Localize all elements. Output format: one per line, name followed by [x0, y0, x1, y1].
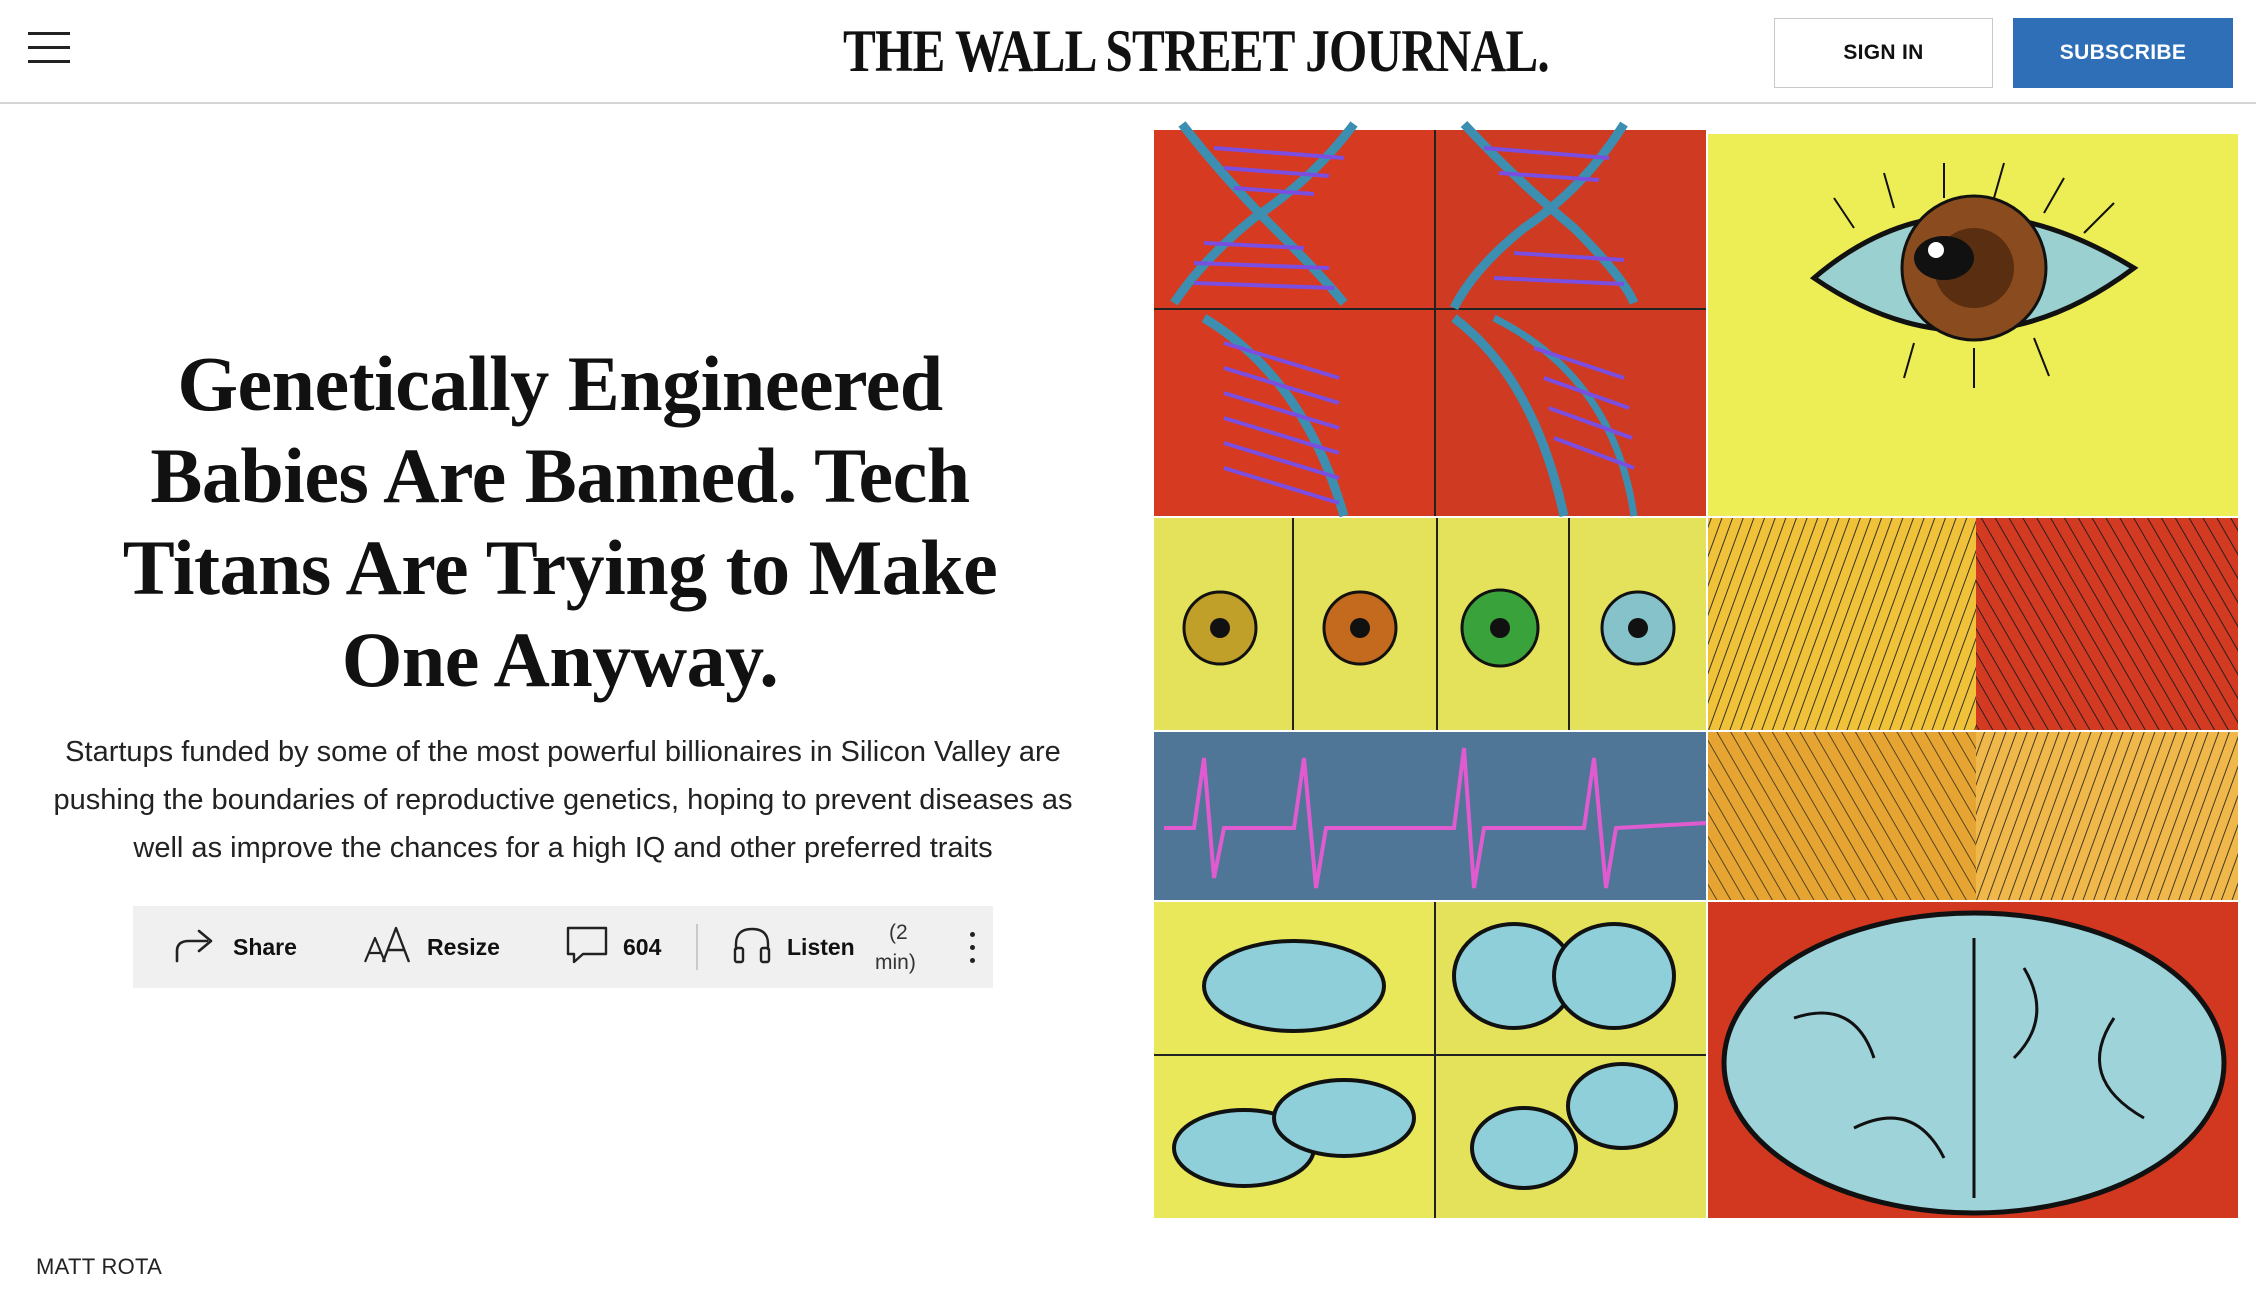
listen-button[interactable]: Listen: [731, 906, 855, 988]
headphones-icon: [731, 924, 773, 971]
subscribe-button[interactable]: SUBSCRIBE: [2013, 18, 2233, 88]
comments-count: 604: [623, 933, 662, 960]
site-header: THE WALL STREET JOURNAL. SIGN IN SUBSCRI…: [0, 0, 2256, 104]
comments-button[interactable]: 604: [565, 906, 661, 988]
cell-division-panel: [1154, 902, 1706, 1218]
article-summary: Startups funded by some of the most powe…: [8, 728, 1118, 872]
dna-panel: [1154, 121, 1436, 518]
brain-scan-panel: [1708, 902, 2238, 1218]
toolbar-divider: [696, 924, 698, 970]
hair-texture-panel: [1708, 518, 2238, 900]
text-resize-icon: [363, 924, 413, 971]
speech-bubble-icon: [565, 924, 609, 971]
summary-line: Startups funded by some of the most powe…: [65, 736, 1061, 768]
vertical-ellipsis-icon[interactable]: [963, 928, 983, 968]
listen-duration: (2 min): [875, 921, 916, 974]
headline-line: Babies Are Banned. Tech: [150, 432, 970, 519]
iris-row-panel: [1154, 518, 1706, 730]
headline-line: Titans Are Trying to Make: [122, 524, 998, 611]
image-credit: MATT ROTA: [36, 1254, 163, 1279]
article-toolbar: Share Resize 604 Listen (2 min): [133, 906, 993, 988]
hamburger-menu-icon[interactable]: [28, 30, 72, 66]
eye-panel: [1708, 134, 2238, 516]
article-illustration: [1154, 120, 2238, 1218]
heartbeat-panel: [1154, 732, 1707, 900]
share-arrow-icon: [173, 925, 219, 970]
sign-in-button[interactable]: SIGN IN: [1774, 18, 1993, 88]
article-headline: Genetically Engineered Babies Are Banned…: [110, 338, 1010, 706]
resize-button[interactable]: Resize: [363, 906, 500, 988]
resize-label: Resize: [427, 933, 500, 960]
summary-line: well as improve the chances for a high I…: [133, 832, 993, 864]
share-button[interactable]: Share: [173, 906, 297, 988]
headline-line: Genetically Engineered: [177, 340, 943, 427]
dna-panel: [1436, 120, 1706, 517]
summary-line: pushing the boundaries of reproductive g…: [53, 784, 1073, 816]
share-label: Share: [233, 933, 297, 960]
site-logo[interactable]: THE WALL STREET JOURNAL.: [843, 16, 1550, 86]
headline-line: One Anyway.: [341, 616, 779, 703]
listen-label: Listen: [787, 933, 855, 960]
